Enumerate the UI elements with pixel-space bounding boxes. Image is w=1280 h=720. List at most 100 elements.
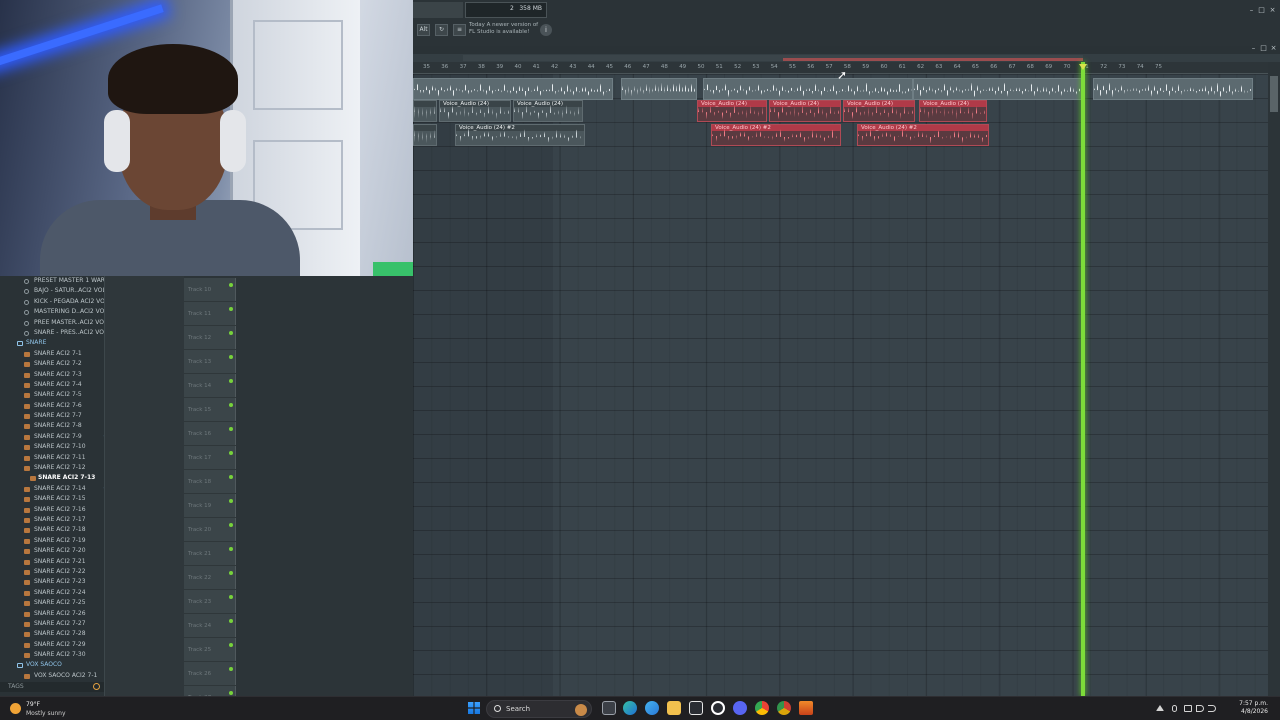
track-header[interactable]: Track 17 [184, 446, 236, 470]
track-enable-led[interactable] [229, 451, 233, 455]
search-icon[interactable] [93, 683, 100, 690]
audio-clip[interactable] [413, 124, 437, 146]
voice-clip[interactable]: Voice_Audio (24) [439, 100, 511, 122]
track-enable-led[interactable] [229, 643, 233, 647]
playhead[interactable] [1081, 62, 1085, 696]
browser-item[interactable]: SNARE ACI2 7-10 [8, 442, 104, 452]
browser-item[interactable]: SNARE ACI2 7-19 [8, 536, 104, 546]
track-header[interactable]: Track 20 [184, 518, 236, 542]
playlist-minimize-icon[interactable]: – [1249, 44, 1258, 52]
minimize-icon[interactable]: – [1247, 6, 1256, 14]
track-header[interactable]: Track 21 [184, 542, 236, 566]
loop-icon[interactable]: ↻ [435, 24, 448, 36]
browser-item[interactable]: SNARE ACI2 7-5 [8, 390, 104, 400]
track-enable-led[interactable] [229, 499, 233, 503]
track-header[interactable]: Track 15 [184, 398, 236, 422]
browser-item[interactable]: SNARE ACI2 7-14★ [8, 484, 107, 494]
volume-icon[interactable] [1208, 705, 1216, 712]
track-enable-led[interactable] [229, 619, 233, 623]
audio-clip[interactable] [621, 78, 697, 100]
browser-search-row[interactable]: TAGS [0, 682, 104, 692]
browser-item[interactable]: PRESET MASTER 1 WARK [8, 276, 109, 286]
browser-item[interactable]: SNARE ACI2 7-12 [8, 463, 104, 473]
clock[interactable]: 7:57 p.m. 4/8/2026 [1239, 700, 1268, 716]
track-enable-led[interactable] [229, 691, 233, 695]
track-header[interactable]: Track 10 [184, 278, 236, 302]
browser-item[interactable]: MASTERING D..ACI2 VOL 7 [8, 307, 113, 317]
browser-item[interactable]: SNARE ACI2 7-1 [8, 349, 104, 359]
voice-clip[interactable]: Voice_Audio (24) #2 [711, 124, 841, 146]
step-icon[interactable]: ≡ [453, 24, 466, 36]
track-enable-led[interactable] [229, 331, 233, 335]
track-header[interactable]: Track 16 [184, 422, 236, 446]
browser-item[interactable]: SNARE ACI2 7-22 [8, 567, 104, 577]
voice-clip[interactable]: Voice_Audio (24) [769, 100, 841, 122]
track-header[interactable]: Track 22 [184, 566, 236, 590]
track-enable-led[interactable] [229, 667, 233, 671]
browser-item[interactable]: SNARE ACI2 7-15 [8, 494, 104, 504]
update-notice[interactable]: Today A newer version of FL Studio is av… [469, 22, 549, 36]
audio-clip[interactable] [413, 100, 437, 122]
browser-item[interactable]: PREE MASTER..ACI2 VOL 7 [8, 318, 113, 328]
loop-region-bar[interactable] [783, 58, 1083, 61]
track-header[interactable]: Track 19 [184, 494, 236, 518]
voice-clip[interactable]: Voice_Audio (24) [697, 100, 767, 122]
track-enable-led[interactable] [229, 427, 233, 431]
track-header[interactable]: Track 26 [184, 662, 236, 686]
browser-item[interactable]: SNARE ACI2 7-27 [8, 619, 104, 629]
capcut-icon[interactable] [711, 701, 725, 715]
browser-item[interactable]: SNARE ACI2 7-28 [8, 629, 104, 639]
track-header[interactable]: Track 18 [184, 470, 236, 494]
fl-studio-icon[interactable] [799, 701, 813, 715]
voice-clip[interactable]: Voice_Audio (24) [843, 100, 915, 122]
track-enable-led[interactable] [229, 283, 233, 287]
playlist-close-icon[interactable]: × [1269, 44, 1278, 52]
display-icon[interactable] [1184, 705, 1192, 712]
track-enable-led[interactable] [229, 403, 233, 407]
weather-widget[interactable]: 79°F Mostly sunny [8, 700, 98, 718]
track-header[interactable]: Track 24 [184, 614, 236, 638]
playlist-grid[interactable]: Voice_Audio (24) Voice_Audio (24) Voice_… [413, 74, 1268, 696]
task-view-icon[interactable] [602, 701, 616, 715]
voice-clip[interactable]: Voice_Audio (24) #2 [455, 124, 585, 146]
windows-start-icon[interactable] [468, 702, 480, 714]
playhead-marker-icon[interactable] [1079, 64, 1087, 70]
audio-clip[interactable] [703, 78, 913, 100]
voice-clip[interactable]: Voice_Audio (24) #2 [857, 124, 989, 146]
maximize-icon[interactable]: □ [1257, 6, 1266, 14]
browser-item[interactable]: VOX SAOCO ACI2 7-1 [8, 671, 104, 681]
browser-item[interactable]: SNARE ACI2 7-8 [8, 421, 104, 431]
track-header[interactable]: Track 25 [184, 638, 236, 662]
store-icon[interactable] [689, 701, 703, 715]
track-enable-led[interactable] [229, 379, 233, 383]
track-enable-led[interactable] [229, 547, 233, 551]
taskbar-search[interactable]: Search [486, 700, 592, 718]
info-icon[interactable]: i [540, 24, 552, 36]
chrome-icon[interactable] [755, 701, 769, 715]
browser-folder[interactable]: SNARE [8, 338, 104, 348]
browser-item[interactable]: SNARE ACI2 7-30 [8, 650, 104, 660]
chrome-profile-icon[interactable] [777, 701, 791, 715]
chevron-up-icon[interactable] [1156, 705, 1164, 711]
browser-item[interactable]: SNARE ACI2 7-17 [8, 515, 104, 525]
browser-item[interactable]: SNARE ACI2 7-13 [8, 473, 104, 483]
audio-clip[interactable] [1093, 78, 1253, 100]
browser-item[interactable]: SNARE ACI2 7-4 [8, 380, 104, 390]
voice-clip[interactable]: Voice_Audio (24) [513, 100, 583, 122]
voice-clip[interactable]: Voice_Audio (24) [919, 100, 987, 122]
browser-item[interactable]: SNARE ACI2 7-2 [8, 359, 104, 369]
audio-clip[interactable] [913, 78, 1083, 100]
edge-icon[interactable] [623, 701, 637, 715]
edge-dev-icon[interactable] [645, 701, 659, 715]
track-enable-led[interactable] [229, 571, 233, 575]
alt-button[interactable]: Alt [417, 24, 430, 36]
track-header[interactable]: Track 23 [184, 590, 236, 614]
browser-item[interactable]: SNARE ACI2 7-6 [8, 401, 104, 411]
browser-item[interactable]: SNARE ACI2 7-7 [8, 411, 104, 421]
track-header[interactable]: Track 11 [184, 302, 236, 326]
browser-item[interactable]: SNARE ACI2 7-26 [8, 609, 104, 619]
browser-item[interactable]: SNARE ACI2 7-21 [8, 557, 104, 567]
browser-item[interactable]: SNARE - PRES..ACI2 VOL 7 [8, 328, 113, 338]
browser-item[interactable]: SNARE ACI2 7-11 [8, 453, 104, 463]
discord-icon[interactable] [733, 701, 747, 715]
